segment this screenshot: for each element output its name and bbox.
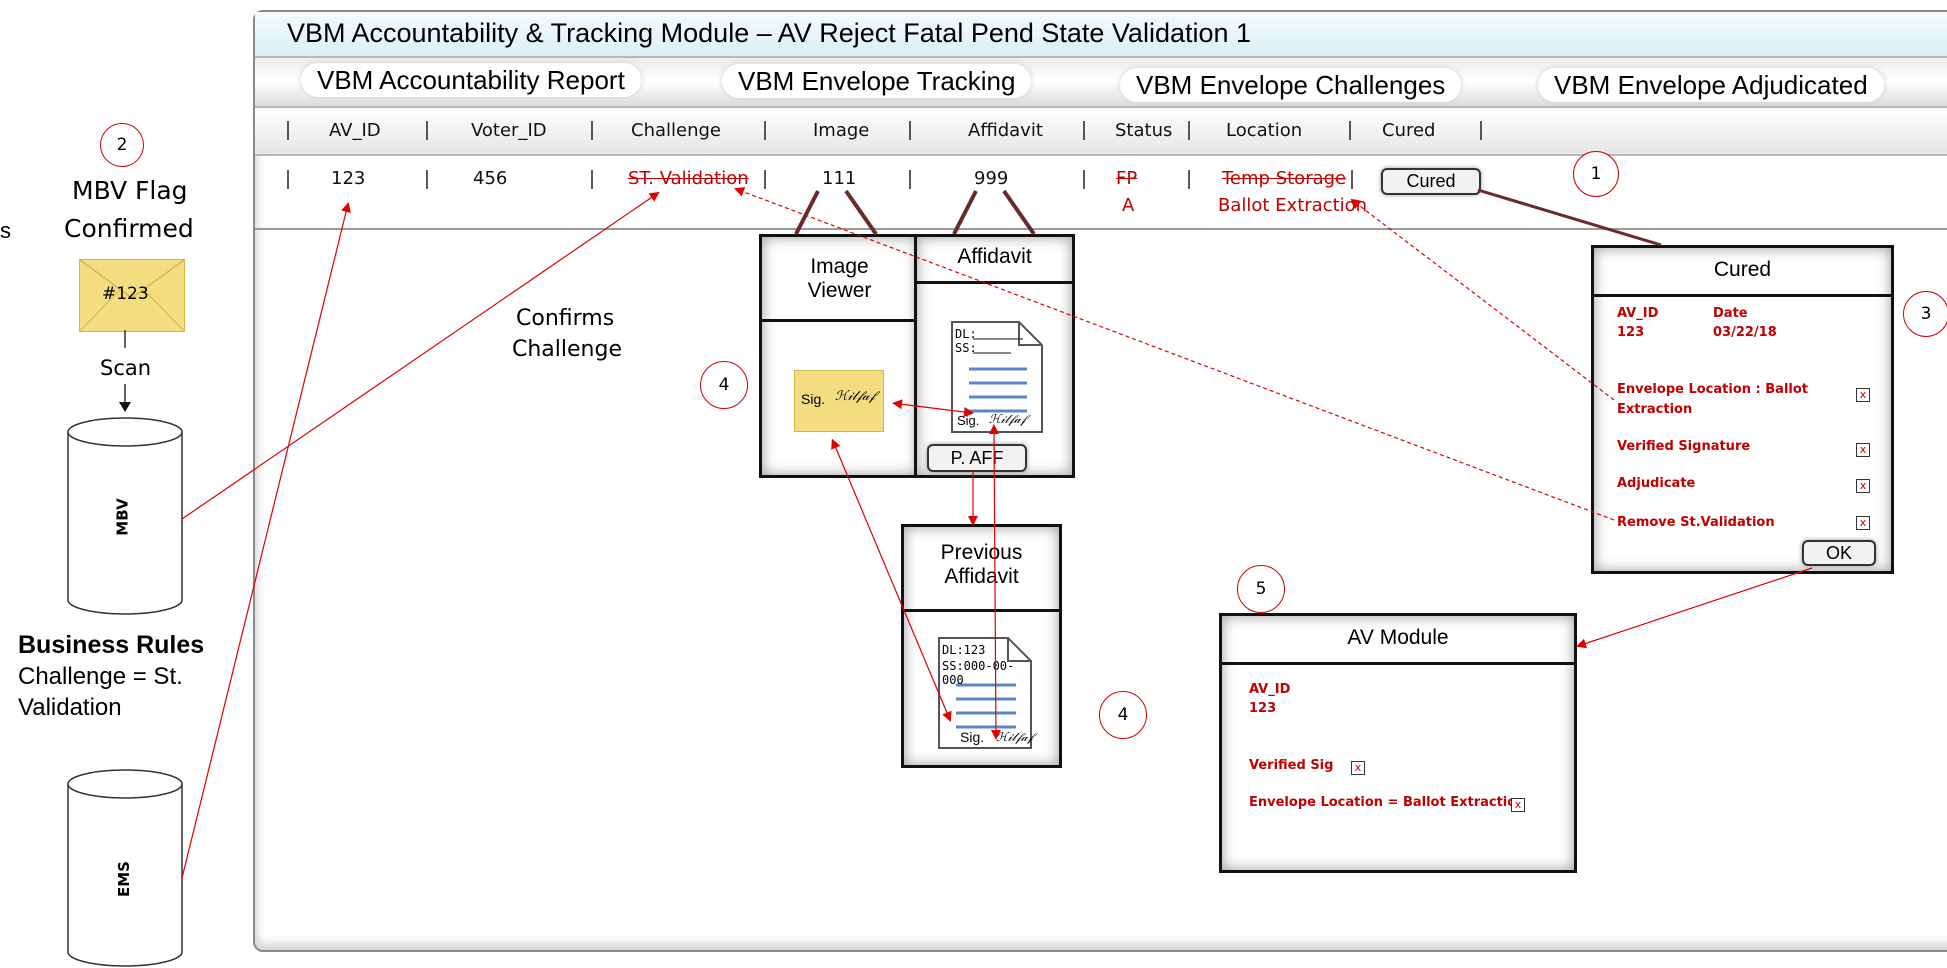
cured-checkbox-remove-st-validation[interactable]: x <box>1856 516 1870 530</box>
row-affidavit[interactable]: 999 <box>974 168 1008 189</box>
mbv-database-label: MBV <box>113 498 132 536</box>
previous-affidavit-signature-icon: ℋ𝒾𝓁𝒻𝒶𝒻 <box>996 730 1033 744</box>
cured-checkbox-envelope-location[interactable]: x <box>1856 388 1870 402</box>
affidavit-title: Affidavit <box>957 245 1032 268</box>
cured-date-value: 03/22/18 <box>1713 325 1777 340</box>
col-image: Image <box>813 120 870 141</box>
col-affidavit: Affidavit <box>968 120 1043 141</box>
previous-affidavit-header: Previous Affidavit <box>904 527 1059 612</box>
cured-dialog-header: Cured <box>1594 248 1891 297</box>
cured-button[interactable]: Cured <box>1381 168 1481 195</box>
step-2-marker: 2 <box>100 123 144 167</box>
av-module-av-id-value: 123 <box>1249 701 1277 716</box>
cured-date-label: Date <box>1713 306 1748 321</box>
challenge-label: Challenge <box>512 337 622 362</box>
tab-envelope-challenges[interactable]: VBM Envelope Challenges <box>1120 68 1462 102</box>
row-location-old: Temp Storage <box>1222 168 1347 189</box>
previous-affidavit-sig: Sig. <box>960 729 985 745</box>
step-3-marker: 3 <box>1903 291 1947 337</box>
p-aff-button[interactable]: P. AFF <box>927 444 1027 472</box>
cured-checkbox-verified-signature[interactable]: x <box>1856 443 1870 457</box>
window-title: VBM Accountability & Tracking Module – A… <box>287 18 1252 48</box>
cured-item-envelope-location-cont: Extraction <box>1617 402 1693 417</box>
cured-dialog-title: Cured <box>1713 258 1772 281</box>
cured-av-id-value: 123 <box>1617 325 1645 340</box>
previous-affidavit-ss: SS:000-00-000 <box>942 659 1015 687</box>
envelope-123: #123 <box>79 259 185 332</box>
av-module-envelope-location: Envelope Location = Ballot Extraction <box>1249 795 1526 810</box>
col-voter-id: Voter_ID <box>471 120 547 141</box>
affidavit-box: Affidavit DL: SS: Sig. ℋ𝒾𝓁𝒻𝒶𝒻 P. AFF <box>914 234 1075 478</box>
scan-label: Scan <box>100 356 152 380</box>
col-location: Location <box>1226 120 1303 141</box>
av-module-checkbox-verified-sig[interactable]: x <box>1351 761 1365 775</box>
image-viewer-header: Image Viewer <box>762 237 917 322</box>
cured-item-adjudicate: Adjudicate <box>1617 476 1696 491</box>
av-module-av-id-label: AV_ID <box>1249 682 1291 697</box>
cured-item-envelope-location: Envelope Location : Ballot <box>1617 382 1809 397</box>
affidavit-header: Affidavit <box>917 237 1072 284</box>
row-av-id[interactable]: 123 <box>331 168 365 189</box>
ems-database-label: EMS <box>114 861 133 897</box>
cured-dialog: Cured AV_ID Date 123 03/22/18 Envelope L… <box>1591 245 1894 574</box>
confirmed-label: Confirmed <box>64 214 194 243</box>
tab-accountability-report[interactable]: VBM Accountability Report <box>301 63 641 97</box>
step-5-marker: 5 <box>1237 565 1285 613</box>
business-rules-line1: Challenge = St. <box>18 663 183 690</box>
row-location-new: Ballot Extraction <box>1218 195 1368 216</box>
row-image[interactable]: 111 <box>822 168 856 189</box>
tab-envelope-adjudicated[interactable]: VBM Envelope Adjudicated <box>1538 68 1884 102</box>
row-voter-id: 456 <box>473 168 508 189</box>
mbv-flag-label: MBV Flag <box>72 176 188 205</box>
col-cured: Cured <box>1382 120 1436 141</box>
affidavit-document-icon[interactable]: DL: SS: Sig. ℋ𝒾𝓁𝒻𝒶𝒻 <box>951 321 1043 433</box>
title-bar: VBM Accountability & Tracking Module – A… <box>255 12 1947 58</box>
col-status: Status <box>1115 120 1173 141</box>
av-module-header: AV Module <box>1222 616 1574 665</box>
business-rules-title: Business Rules <box>18 631 205 659</box>
image-viewer-title-2: Viewer <box>807 279 872 302</box>
step-4-marker-top: 4 <box>700 361 748 409</box>
previous-affidavit-title-1: Previous <box>940 541 1023 564</box>
cured-item-verified-signature: Verified Signature <box>1617 439 1751 454</box>
confirms-label: Confirms <box>516 306 615 331</box>
row-status-old: FP <box>1116 168 1138 189</box>
business-rules-line2: Validation <box>18 694 122 721</box>
col-av-id: AV_ID <box>329 120 381 141</box>
partial-text: s <box>0 218 11 243</box>
previous-affidavit-box: Previous Affidavit DL:123 SS:000-00-000 … <box>901 524 1062 768</box>
av-module-title: AV Module <box>1347 626 1449 649</box>
col-challenge: Challenge <box>631 120 721 141</box>
cured-av-id-label: AV_ID <box>1617 306 1659 321</box>
previous-affidavit-title-2: Affidavit <box>944 565 1019 588</box>
affidavit-ss: SS: <box>955 341 977 355</box>
step-1-marker: 1 <box>1573 151 1619 197</box>
row-challenge: ST. Validation <box>628 168 749 189</box>
affidavit-sig: Sig. <box>957 413 980 428</box>
image-viewer-envelope[interactable]: Sig. ℋ𝒾𝓁𝒻𝒶𝒻 <box>794 370 884 432</box>
row-divider <box>255 228 1947 230</box>
image-viewer-title-1: Image <box>810 255 869 278</box>
tab-bar: VBM Accountability Report VBM Envelope T… <box>255 58 1947 108</box>
scan-arrow-icon <box>119 402 131 412</box>
cured-item-remove-st-validation: Remove St.Validation <box>1617 515 1775 530</box>
envelope-label: #123 <box>102 284 149 304</box>
affidavit-dl: DL: <box>955 327 977 341</box>
previous-affidavit-document-icon[interactable]: DL:123 SS:000-00-000 Sig. ℋ𝒾𝓁𝒻𝒶𝒻 <box>938 637 1033 749</box>
av-module-dialog: AV Module AV_ID 123 Verified Sig x Envel… <box>1219 613 1577 873</box>
signature-scribble-icon: ℋ𝒾𝓁𝒻𝒶𝒻 <box>835 389 876 404</box>
previous-affidavit-dl: DL:123 <box>942 643 986 657</box>
av-module-verified-sig: Verified Sig <box>1249 758 1334 773</box>
image-viewer-sig: Sig. <box>801 391 826 407</box>
column-header-bar: AV_ID Voter_ID Challenge Image Affidavit… <box>255 108 1947 156</box>
row-status-new: A <box>1122 195 1135 216</box>
affidavit-signature-icon: ℋ𝒾𝓁𝒻𝒶𝒻 <box>989 412 1026 426</box>
cured-ok-button[interactable]: OK <box>1802 540 1876 566</box>
cured-checkbox-adjudicate[interactable]: x <box>1856 479 1870 493</box>
image-viewer-box: Image Viewer Sig. ℋ𝒾𝓁𝒻𝒶𝒻 <box>759 234 920 478</box>
tab-envelope-tracking[interactable]: VBM Envelope Tracking <box>722 64 1032 98</box>
av-module-checkbox-envelope-location[interactable]: x <box>1511 798 1525 812</box>
step-4-marker-bottom: 4 <box>1099 691 1147 739</box>
